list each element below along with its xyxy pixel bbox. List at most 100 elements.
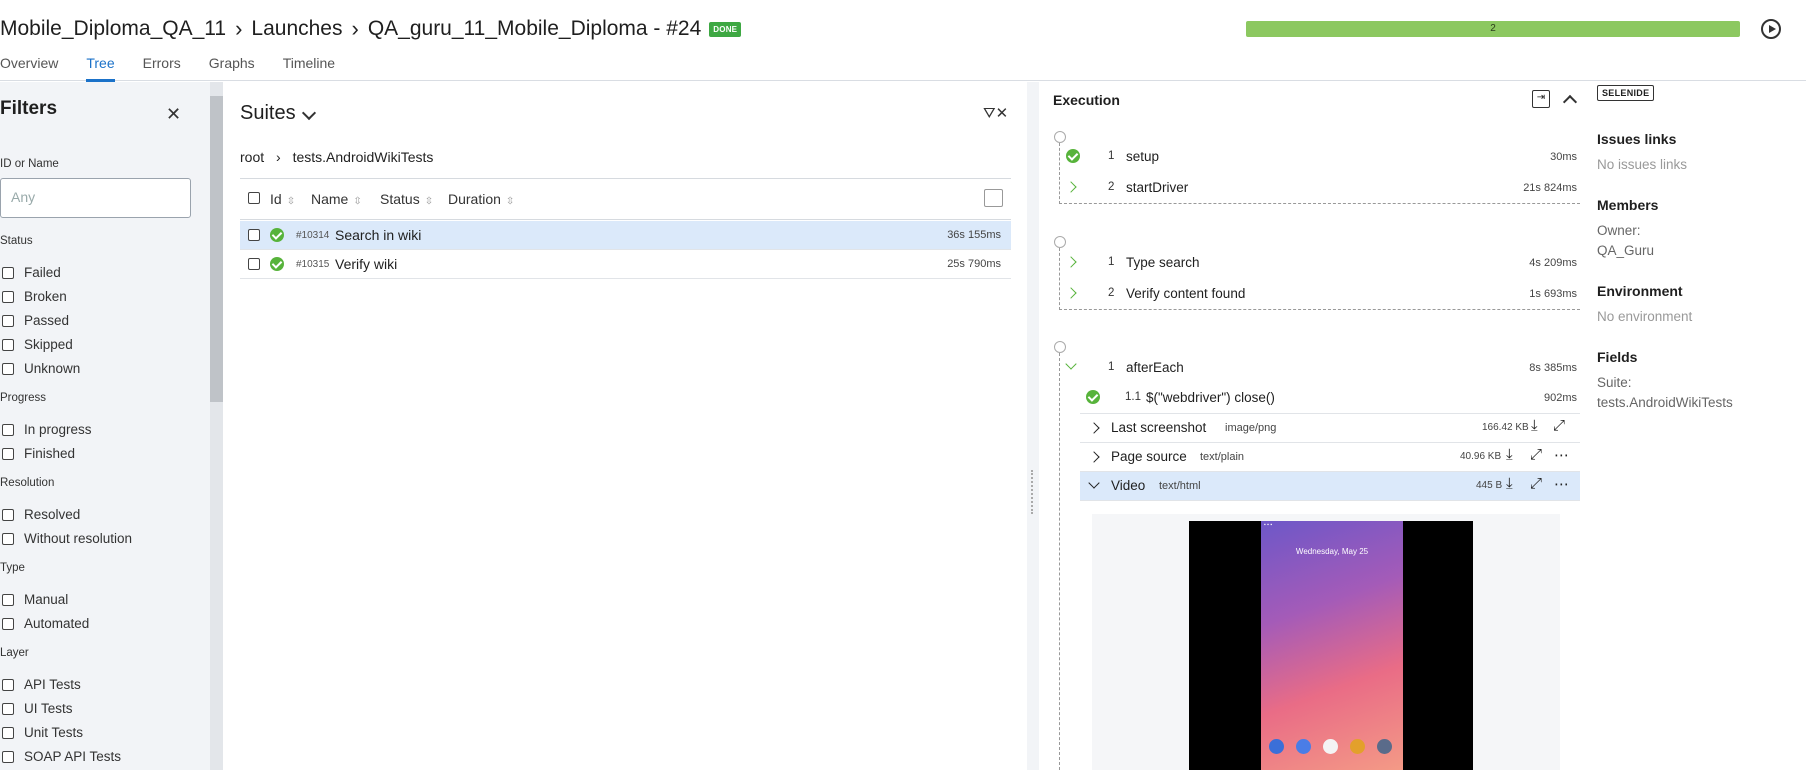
sort-icon[interactable]: ⇳ xyxy=(287,196,295,207)
checkbox[interactable] xyxy=(2,617,14,630)
tab-overview[interactable]: Overview xyxy=(0,55,58,82)
crumb-root[interactable]: root xyxy=(240,149,264,165)
tab-timeline[interactable]: Timeline xyxy=(283,55,335,82)
checkbox[interactable] xyxy=(2,290,14,303)
play-circle-icon[interactable] xyxy=(1761,19,1781,39)
filter-label: SOAP API Tests xyxy=(24,749,122,764)
expand-icon[interactable]: ⤢ xyxy=(1530,475,1542,492)
breadcrumb-project[interactable]: Mobile_Diploma_QA_11 xyxy=(0,17,226,41)
filter-skipped[interactable]: Skipped xyxy=(2,337,73,352)
sort-icon[interactable]: ⇳ xyxy=(506,196,514,207)
download-icon[interactable]: ⤓ xyxy=(1531,417,1538,434)
select-all-checkbox[interactable] xyxy=(248,192,260,204)
attachment-last-screenshot[interactable]: Last screenshot image/png 166.42 KB ⤓ ⤢ xyxy=(1080,414,1580,443)
step-webdriver-close[interactable]: 1.1 $("webdriver") close() 902ms xyxy=(1080,388,1580,414)
step-after-each[interactable]: 1 afterEach 8s 385ms xyxy=(1060,358,1580,384)
filter-label: Skipped xyxy=(24,337,73,352)
row-checkbox[interactable] xyxy=(248,229,260,241)
chevron-right-icon[interactable] xyxy=(1088,422,1100,434)
filter-without-resolution[interactable]: Without resolution xyxy=(2,531,132,546)
column-label: Id xyxy=(270,191,282,207)
filter-automated[interactable]: Automated xyxy=(2,616,89,631)
row-checkbox[interactable] xyxy=(248,258,260,270)
checkbox[interactable] xyxy=(2,447,14,460)
table-row[interactable]: #10315 Verify wiki 25s 790ms xyxy=(240,250,1011,279)
step-start-driver[interactable]: 2 startDriver 21s 824ms xyxy=(1060,178,1580,204)
breadcrumb: Mobile_Diploma_QA_11 › Launches › QA_gur… xyxy=(0,16,742,42)
breadcrumb-launches[interactable]: Launches xyxy=(251,17,342,41)
filter-in-progress[interactable]: In progress xyxy=(2,422,92,437)
checkbox[interactable] xyxy=(2,266,14,279)
chevron-right-icon[interactable] xyxy=(1065,287,1077,299)
column-name[interactable]: Name ⇳ xyxy=(311,191,362,207)
checkbox[interactable] xyxy=(2,702,14,715)
pane-divider[interactable] xyxy=(1027,82,1039,770)
step-verify-content[interactable]: 2 Verify content found 1s 693ms xyxy=(1060,284,1580,310)
column-duration[interactable]: Duration ⇳ xyxy=(448,191,514,207)
tab-errors[interactable]: Errors xyxy=(143,55,181,82)
crumb-suite[interactable]: tests.AndroidWikiTests xyxy=(293,149,434,165)
filter-failed[interactable]: Failed xyxy=(2,265,61,280)
chevron-down-icon[interactable] xyxy=(1088,477,1100,489)
clear-filter-icon[interactable]: ⛛✕ xyxy=(983,104,1008,122)
tab-tree[interactable]: Tree xyxy=(86,55,115,82)
checkbox[interactable] xyxy=(2,362,14,375)
suite-breadcrumb: root › tests.AndroidWikiTests xyxy=(240,149,433,165)
checkbox[interactable] xyxy=(2,532,14,545)
list-view-icon[interactable] xyxy=(984,189,1003,207)
chevron-up-icon[interactable] xyxy=(1562,94,1578,110)
filter-resolved[interactable]: Resolved xyxy=(2,507,80,522)
chevron-right-icon[interactable] xyxy=(1088,451,1100,463)
filter-finished[interactable]: Finished xyxy=(2,446,75,461)
chevron-right-icon[interactable] xyxy=(1065,181,1077,193)
checkbox[interactable] xyxy=(2,423,14,436)
checkbox[interactable] xyxy=(2,750,14,763)
id-name-input[interactable]: Any xyxy=(0,178,191,218)
sort-icon[interactable]: ⇳ xyxy=(353,196,361,207)
expand-icon[interactable]: ⤢ xyxy=(1553,417,1565,434)
sort-icon[interactable]: ⇳ xyxy=(425,196,433,207)
filter-broken[interactable]: Broken xyxy=(2,289,67,304)
collapse-panel-icon[interactable]: ⇥ xyxy=(1532,90,1550,108)
more-icon[interactable]: ⋯ xyxy=(1554,446,1569,464)
expand-icon[interactable]: ⤢ xyxy=(1530,446,1542,463)
column-id[interactable]: Id ⇳ xyxy=(270,191,295,207)
filter-label: In progress xyxy=(24,422,92,437)
download-icon[interactable]: ⤓ xyxy=(1506,446,1513,463)
filter-unit-tests[interactable]: Unit Tests xyxy=(2,725,83,740)
more-icon[interactable]: ⋯ xyxy=(1554,475,1569,493)
chevron-down-icon[interactable] xyxy=(1065,358,1077,370)
test-id: #10314 xyxy=(296,230,330,241)
checkbox[interactable] xyxy=(2,338,14,351)
close-icon[interactable]: ✕ xyxy=(166,104,181,125)
filter-label: Manual xyxy=(24,592,69,607)
filter-api-tests[interactable]: API Tests xyxy=(2,677,81,692)
column-status[interactable]: Status ⇳ xyxy=(380,191,433,207)
filter-manual[interactable]: Manual xyxy=(2,592,68,607)
resize-handle[interactable] xyxy=(1031,470,1035,514)
step-type-search[interactable]: 1 Type search 4s 209ms xyxy=(1060,253,1580,279)
chrome-app-icon xyxy=(1350,739,1365,754)
filters-scrollbar-thumb[interactable] xyxy=(210,96,223,402)
checkbox[interactable] xyxy=(2,678,14,691)
table-row[interactable]: #10314 Search in wiki 36s 155ms xyxy=(240,221,1011,250)
owner-value: QA_Guru xyxy=(1597,243,1655,258)
checkbox[interactable] xyxy=(2,726,14,739)
filter-soap-api-tests[interactable]: SOAP API Tests xyxy=(2,749,121,764)
chevron-right-icon[interactable] xyxy=(1065,256,1077,268)
step-setup[interactable]: 1 setup 30ms xyxy=(1060,147,1580,173)
phone-app-icon xyxy=(1269,739,1284,754)
filter-ui-tests[interactable]: UI Tests xyxy=(2,701,73,716)
suites-title[interactable]: Suites xyxy=(240,102,296,125)
download-icon[interactable]: ⤓ xyxy=(1506,475,1513,492)
checkbox[interactable] xyxy=(2,593,14,606)
chevron-down-icon[interactable] xyxy=(301,105,317,121)
checkbox[interactable] xyxy=(2,314,14,327)
filter-passed[interactable]: Passed xyxy=(2,313,69,328)
attachment-video[interactable]: Video text/html 445 B ⤓ ⤢ ⋯ xyxy=(1080,472,1580,501)
filter-unknown[interactable]: Unknown xyxy=(2,361,80,376)
checkbox[interactable] xyxy=(2,508,14,521)
test-duration: 25s 790ms xyxy=(947,258,1001,270)
tab-graphs[interactable]: Graphs xyxy=(209,55,255,82)
attachment-page-source[interactable]: Page source text/plain 40.96 KB ⤓ ⤢ ⋯ xyxy=(1080,443,1580,472)
